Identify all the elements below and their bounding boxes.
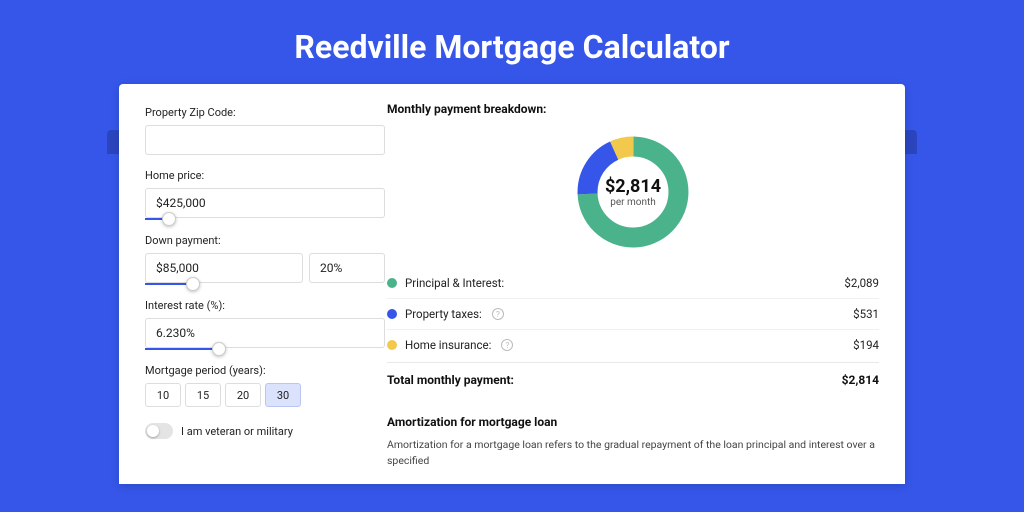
donut-per-month: per month — [610, 197, 656, 208]
breakdown-title: Monthly payment breakdown: — [387, 102, 879, 116]
interest-input[interactable] — [145, 318, 385, 348]
down-payment-pct-input[interactable] — [309, 253, 385, 283]
amortization-title: Amortization for mortgage loan — [387, 415, 879, 429]
veteran-toggle[interactable] — [145, 423, 173, 439]
period-button-10[interactable]: 10 — [145, 383, 181, 407]
form-panel: Property Zip Code: Home price: Down paym… — [119, 84, 375, 484]
breakdown-item: Principal & Interest: $2,089 — [387, 268, 879, 298]
color-dot-icon — [387, 340, 397, 350]
total-row: Total monthly payment: $2,814 — [387, 362, 879, 397]
home-price-slider[interactable] — [145, 218, 385, 220]
total-label: Total monthly payment: — [387, 373, 514, 387]
period-button-15[interactable]: 15 — [185, 383, 221, 407]
item-label: Property taxes: — [405, 307, 482, 321]
help-icon[interactable]: ? — [492, 308, 504, 320]
item-value: $194 — [853, 338, 879, 352]
period-label: Mortgage period (years): — [145, 364, 375, 377]
item-value: $531 — [853, 307, 879, 321]
down-payment-group: Down payment: — [145, 234, 375, 285]
total-value: $2,814 — [842, 373, 879, 387]
period-button-30[interactable]: 30 — [265, 383, 301, 407]
item-label: Home insurance: — [405, 338, 491, 352]
down-payment-label: Down payment: — [145, 234, 375, 247]
breakdown-item: Home insurance:? $194 — [387, 329, 879, 360]
home-price-label: Home price: — [145, 169, 375, 182]
item-label: Principal & Interest: — [405, 276, 504, 290]
donut-chart: $2,814 per month — [387, 126, 879, 268]
period-button-20[interactable]: 20 — [225, 383, 261, 407]
home-price-input[interactable] — [145, 188, 385, 218]
calculator-card: Property Zip Code: Home price: Down paym… — [119, 84, 905, 484]
color-dot-icon — [387, 278, 397, 288]
veteran-row: I am veteran or military — [145, 423, 375, 439]
down-payment-slider[interactable] — [145, 283, 385, 285]
down-payment-input[interactable] — [145, 253, 303, 283]
interest-slider[interactable] — [145, 348, 385, 350]
item-value: $2,089 — [844, 276, 879, 290]
zip-label: Property Zip Code: — [145, 106, 375, 119]
interest-group: Interest rate (%): — [145, 299, 375, 350]
period-group: Mortgage period (years): 10152030 — [145, 364, 375, 407]
veteran-label: I am veteran or military — [181, 425, 293, 438]
color-dot-icon — [387, 309, 397, 319]
interest-label: Interest rate (%): — [145, 299, 375, 312]
breakdown-item: Property taxes:? $531 — [387, 298, 879, 329]
help-icon[interactable]: ? — [501, 339, 513, 351]
donut-amount: $2,814 — [605, 176, 661, 197]
amortization-text: Amortization for a mortgage loan refers … — [387, 437, 879, 469]
page-title: Reedville Mortgage Calculator — [0, 0, 1024, 84]
zip-input[interactable] — [145, 125, 385, 155]
breakdown-panel: Monthly payment breakdown: $2,814 per mo… — [375, 84, 905, 484]
home-price-group: Home price: — [145, 169, 375, 220]
zip-group: Property Zip Code: — [145, 106, 375, 155]
